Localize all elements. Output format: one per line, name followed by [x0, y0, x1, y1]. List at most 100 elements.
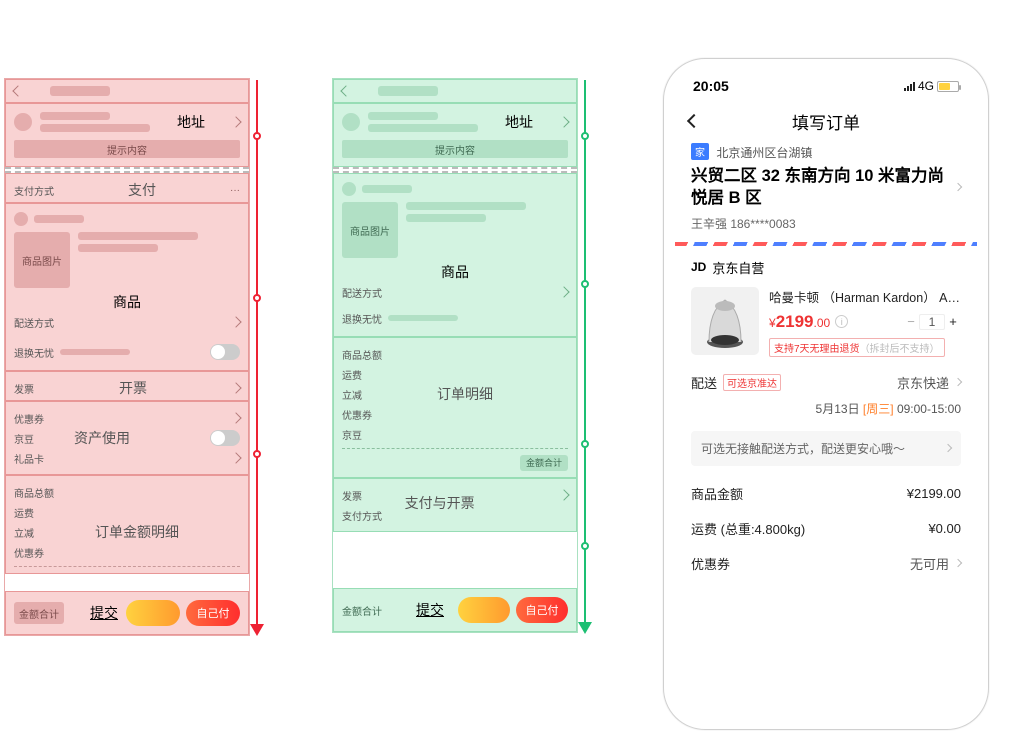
notice-text: 可选无接触配送方式，配送更安心哦～: [701, 440, 905, 457]
freight-label: 运费: [342, 367, 362, 382]
total-label: 金额合计: [19, 606, 59, 621]
address-detail: 兴贸二区 32 东南方向 10 米富力尚悦居 B 区: [691, 167, 944, 207]
section-title: 订单明细: [437, 384, 493, 404]
coupon-label: 优惠券: [14, 411, 44, 426]
flow-arrow-after: [581, 80, 589, 632]
chevron-right-icon: [954, 378, 962, 386]
shipping-label: 配送: [691, 373, 717, 392]
wireframe-after: 地址 提示内容 商品图片 商品 配送方式 退换无忧 商品总额: [332, 78, 578, 633]
goods-total-label: 商品总额: [14, 485, 54, 500]
shipping-fast-badge: 可选京准达: [723, 374, 781, 391]
section-title: 支付与开票: [405, 493, 475, 513]
chevron-right-icon: [230, 116, 241, 127]
invoice-label: 发票: [342, 488, 362, 503]
flow-arrow-before: [253, 80, 261, 634]
address-tag: 家: [691, 143, 709, 160]
summary-coupon-row[interactable]: 优惠券 无可用: [675, 546, 977, 581]
payment-method-label: 支付方式: [14, 183, 54, 198]
jdbean-label: 京豆: [342, 427, 362, 442]
contactless-notice[interactable]: 可选无接触配送方式，配送更安心哦～: [691, 431, 961, 466]
coupon-label: 优惠券: [342, 407, 372, 422]
chevron-right-icon: [558, 286, 569, 297]
invoice-label: 发票: [14, 381, 34, 396]
section-title: 提交: [90, 603, 118, 623]
summary-goods-label: 商品金额: [691, 484, 743, 503]
shipping-carrier: 京东快递: [897, 373, 949, 392]
info-icon[interactable]: i: [835, 315, 848, 328]
subtotal-label: 金额合计: [526, 456, 562, 469]
chevron-right-icon: [944, 444, 952, 452]
address-hint: 提示内容: [435, 142, 475, 157]
section-title: 开票: [119, 378, 147, 398]
qty-minus[interactable]: −: [903, 314, 919, 329]
product-price: ¥2199.00: [769, 312, 830, 332]
return-free-label: 退换无忧: [342, 311, 382, 326]
chevron-right-icon: [230, 316, 241, 327]
wireframe-before: 地址 提示内容 支付方式 支付 ··· 商品图片: [4, 78, 250, 636]
return-policy-badge: 支持7天无理由退货（拆封后不支持）: [769, 338, 945, 357]
section-title: 地址: [505, 112, 533, 132]
shipping-time-row: 5月13日 [周三] 09:00-15:00: [675, 400, 977, 425]
self-pay-label: 自己付: [526, 602, 559, 618]
discount-label: 立减: [14, 525, 34, 540]
quantity-stepper[interactable]: − 1 +: [903, 314, 961, 330]
return-free-label: 退换无忧: [14, 345, 54, 360]
shipping-row[interactable]: 配送 可选京准达 京东快递: [675, 365, 977, 400]
address-contact: 王辛强 186****0083: [691, 215, 961, 232]
nav-bar: 填写订单: [675, 103, 977, 139]
store-name: 京东自营: [712, 258, 764, 277]
self-pay-label: 自己付: [197, 605, 230, 621]
network-label: 4G: [918, 79, 934, 93]
qty-value: 1: [919, 314, 945, 330]
address-area: 北京通州区台湖镇: [716, 146, 812, 160]
help-pay-button[interactable]: [458, 597, 510, 623]
clock: 20:05: [693, 78, 729, 94]
summary-coupon-value: 无可用: [910, 554, 949, 573]
self-pay-button[interactable]: 自己付: [516, 597, 568, 623]
summary-freight-row: 运费 (总重:4.800kg) ¥0.00: [675, 511, 977, 546]
chevron-right-icon: [230, 412, 241, 423]
freight-label: 运费: [14, 505, 34, 520]
product-image-placeholder: 商品图片: [22, 253, 62, 268]
page-title: 填写订单: [699, 109, 953, 134]
battery-icon: [937, 81, 959, 92]
total-label: 金额合计: [342, 603, 382, 618]
chevron-right-icon: [954, 559, 962, 567]
address-hint: 提示内容: [107, 142, 147, 157]
chevron-right-icon: [558, 116, 569, 127]
jdbean-label: 京豆: [14, 431, 34, 446]
speaker-icon: [699, 292, 751, 350]
summary-coupon-label: 优惠券: [691, 554, 730, 573]
toggle[interactable]: [210, 344, 240, 360]
payment-method-label: 支付方式: [342, 508, 382, 523]
store-badge: JD: [691, 260, 706, 274]
section-title: 商品: [113, 294, 141, 310]
summary-goods-value: ¥2199.00: [907, 486, 961, 501]
section-title: 订单金额明细: [95, 522, 179, 542]
product-name: 哈曼卡顿 （Harman Kardon） Aura St...: [769, 287, 961, 306]
back-icon: [12, 85, 23, 96]
product-row[interactable]: 哈曼卡顿 （Harman Kardon） Aura St... ¥2199.00…: [675, 283, 977, 365]
toggle[interactable]: [210, 430, 240, 446]
self-pay-button[interactable]: 自己付: [186, 600, 240, 626]
section-title: 支付: [128, 180, 156, 200]
section-title: 提交: [416, 600, 444, 620]
discount-label: 立减: [342, 387, 362, 402]
delivery-method-label: 配送方式: [14, 315, 54, 330]
address-block[interactable]: 家 北京通州区台湖镇 兴贸二区 32 东南方向 10 米富力尚悦居 B 区 王辛…: [675, 139, 977, 242]
qty-plus[interactable]: +: [945, 314, 961, 329]
help-pay-button[interactable]: [126, 600, 180, 626]
ship-weekday: [周三]: [863, 402, 894, 416]
coupon-label: 优惠券: [14, 545, 44, 560]
delivery-method-label: 配送方式: [342, 285, 382, 300]
section-title: 资产使用: [74, 428, 130, 448]
chevron-right-icon: [954, 183, 962, 191]
signal-icon: [904, 81, 915, 91]
giftcard-label: 礼品卡: [14, 451, 44, 466]
chevron-right-icon: [230, 452, 241, 463]
section-title: 地址: [177, 112, 205, 132]
phone-mockup: 20:05 4G 填写订单 家 北京通州区台湖镇 兴贸二区 32 东南方向 10…: [663, 58, 989, 730]
product-image: [691, 287, 759, 355]
summary-freight-value: ¥0.00: [928, 521, 961, 536]
status-bar: 20:05 4G: [675, 69, 977, 103]
